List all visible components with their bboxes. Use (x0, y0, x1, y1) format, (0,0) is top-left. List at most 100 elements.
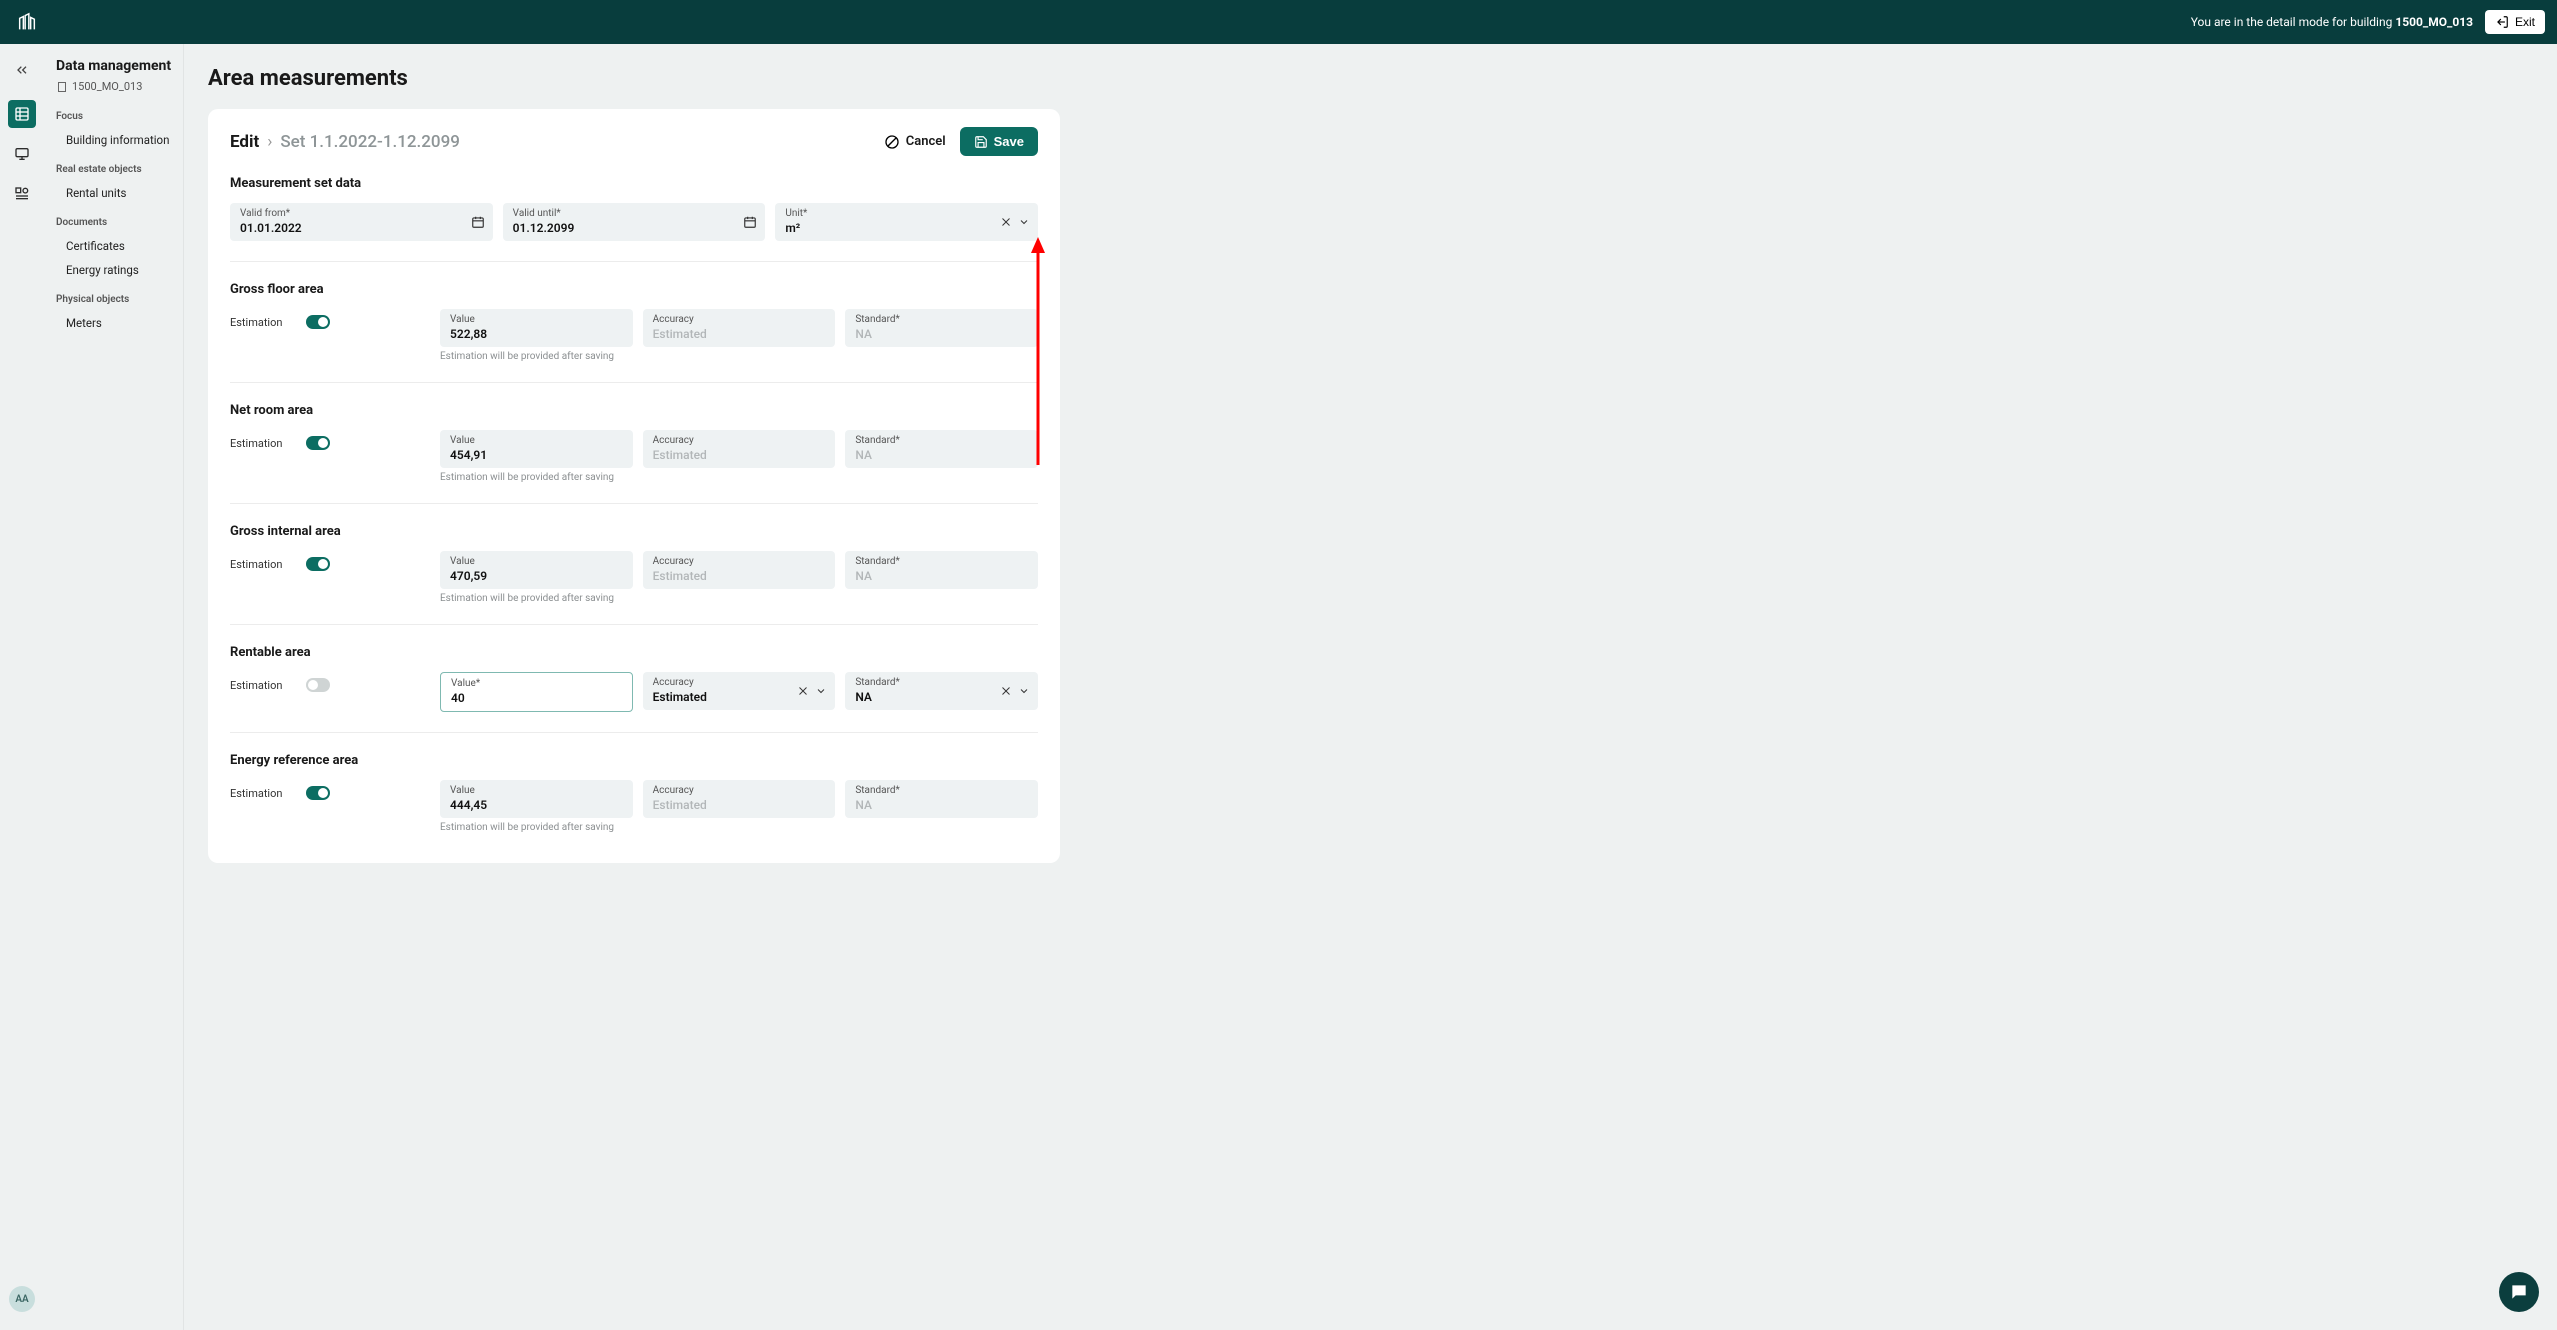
save-button[interactable]: Save (960, 127, 1038, 156)
save-icon (974, 135, 988, 149)
chevron-right-icon: › (267, 132, 272, 152)
estimation-toggle[interactable] (306, 436, 330, 450)
value-text: 444,45 (450, 798, 623, 812)
valid-from-field[interactable]: Valid from* 01.01.2022 (230, 203, 493, 241)
shapes-icon (14, 186, 30, 202)
accuracy-field: Accuracy Estimated (643, 309, 836, 347)
accuracy-text: Estimated (653, 569, 826, 583)
page-title: Area measurements (208, 66, 2533, 91)
accuracy-field[interactable]: Accuracy Estimated (643, 672, 836, 710)
sidebar-item[interactable]: Meters (56, 311, 175, 335)
sidebar-group-label: Focus (56, 111, 175, 122)
area-section-title: Gross floor area (230, 282, 1038, 297)
calendar-icon[interactable] (471, 215, 485, 229)
estimation-hint: Estimation will be provided after saving (440, 593, 633, 604)
area-row: Estimation Value* 40Accuracy EstimatedSt… (230, 672, 1038, 712)
value-field[interactable]: Value* 40 (440, 672, 633, 712)
app-logo (16, 11, 38, 33)
estimation-toggle[interactable] (306, 315, 330, 329)
standard-field: Standard* NA (845, 551, 1038, 589)
calendar-icon[interactable] (743, 215, 757, 229)
value-text: 522,88 (450, 327, 623, 341)
breadcrumb-set: Set 1.1.2022-1.12.2099 (280, 132, 460, 152)
standard-field[interactable]: Standard* NA (845, 672, 1038, 710)
area-section-title: Energy reference area (230, 753, 1038, 768)
monitor-icon (14, 146, 30, 162)
main-content: Area measurements Edit › Set 1.1.2022-1.… (184, 44, 2557, 1330)
value-text: 454,91 (450, 448, 623, 462)
breadcrumb-edit: Edit (230, 132, 259, 152)
chevron-down-icon[interactable] (1018, 216, 1030, 228)
accuracy-field: Accuracy Estimated (643, 780, 836, 818)
detail-mode-text: You are in the detail mode for building … (2191, 15, 2473, 29)
area-row: Estimation Value 522,88 Estimation will b… (230, 309, 1038, 362)
nav-components[interactable] (8, 180, 36, 208)
sidebar-item[interactable]: Certificates (56, 234, 175, 258)
value-text: 470,59 (450, 569, 623, 583)
nav-data-management[interactable] (8, 100, 36, 128)
standard-text: NA (855, 327, 1028, 341)
sidebar-title: Data management (56, 58, 175, 74)
standard-field: Standard* NA (845, 309, 1038, 347)
top-bar: You are in the detail mode for building … (0, 0, 2557, 44)
sidebar-group-label: Real estate objects (56, 164, 175, 175)
standard-text: NA (855, 798, 1028, 812)
area-section-title: Gross internal area (230, 524, 1038, 539)
collapse-sidebar-button[interactable] (14, 62, 30, 78)
nav-rail: AA (0, 44, 44, 1330)
sidebar-group-label: Physical objects (56, 294, 175, 305)
chat-icon (2509, 1282, 2529, 1302)
table-icon (14, 106, 30, 122)
building-icon (56, 81, 68, 93)
value-field: Value 522,88 (440, 309, 633, 347)
user-avatar[interactable]: AA (9, 1286, 35, 1312)
accuracy-text: Estimated (653, 798, 826, 812)
area-row: Estimation Value 454,91Estimation will b… (230, 430, 1038, 483)
estimation-toggle[interactable] (306, 678, 330, 692)
building-chip: 1500_MO_013 (56, 80, 175, 93)
cancel-button[interactable]: Cancel (884, 134, 946, 150)
chevron-down-icon[interactable] (1018, 685, 1030, 697)
estimation-label: Estimation (230, 787, 282, 800)
estimation-hint: Estimation will be provided after saving (440, 822, 633, 833)
sidebar-item[interactable]: Energy ratings (56, 258, 175, 282)
exit-icon (2495, 15, 2509, 29)
chevrons-left-icon (14, 62, 30, 78)
nav-monitor[interactable] (8, 140, 36, 168)
sidebar: Data management 1500_MO_013 Focus Buildin… (44, 44, 184, 1330)
estimation-toggle[interactable] (306, 786, 330, 800)
estimation-label: Estimation (230, 316, 282, 329)
accuracy-field: Accuracy Estimated (643, 430, 836, 468)
standard-text: NA (855, 448, 1028, 462)
sidebar-item[interactable]: Rental units (56, 181, 175, 205)
sidebar-group-label: Documents (56, 217, 175, 228)
value-field: Value 444,45 (440, 780, 633, 818)
clear-icon[interactable] (1000, 685, 1012, 697)
area-section-title: Rentable area (230, 645, 1038, 660)
area-row: Estimation Value 470,59Estimation will b… (230, 551, 1038, 604)
estimation-label: Estimation (230, 437, 282, 450)
value-field: Value 454,91 (440, 430, 633, 468)
exit-button[interactable]: Exit (2485, 10, 2545, 34)
area-row: Estimation Value 444,45 Estimation will b… (230, 780, 1038, 833)
value-text: 40 (451, 691, 622, 705)
accuracy-text: Estimated (653, 327, 826, 341)
standard-text: NA (855, 569, 1028, 583)
chat-fab[interactable] (2499, 1272, 2539, 1312)
clear-icon[interactable] (1000, 216, 1012, 228)
standard-field: Standard* NA (845, 430, 1038, 468)
chevron-down-icon[interactable] (815, 685, 827, 697)
unit-field[interactable]: Unit* m² (775, 203, 1038, 241)
value-field: Value 470,59 (440, 551, 633, 589)
valid-until-field[interactable]: Valid until* 01.12.2099 (503, 203, 766, 241)
standard-field: Standard* NA (845, 780, 1038, 818)
accuracy-text: Estimated (653, 448, 826, 462)
clear-icon[interactable] (797, 685, 809, 697)
accuracy-field: Accuracy Estimated (643, 551, 836, 589)
cancel-icon (884, 134, 900, 150)
estimation-hint: Estimation will be provided after saving (440, 351, 633, 362)
sidebar-item[interactable]: Building information (56, 128, 175, 152)
section-title-set-data: Measurement set data (230, 176, 1038, 191)
estimation-toggle[interactable] (306, 557, 330, 571)
area-section-title: Net room area (230, 403, 1038, 418)
